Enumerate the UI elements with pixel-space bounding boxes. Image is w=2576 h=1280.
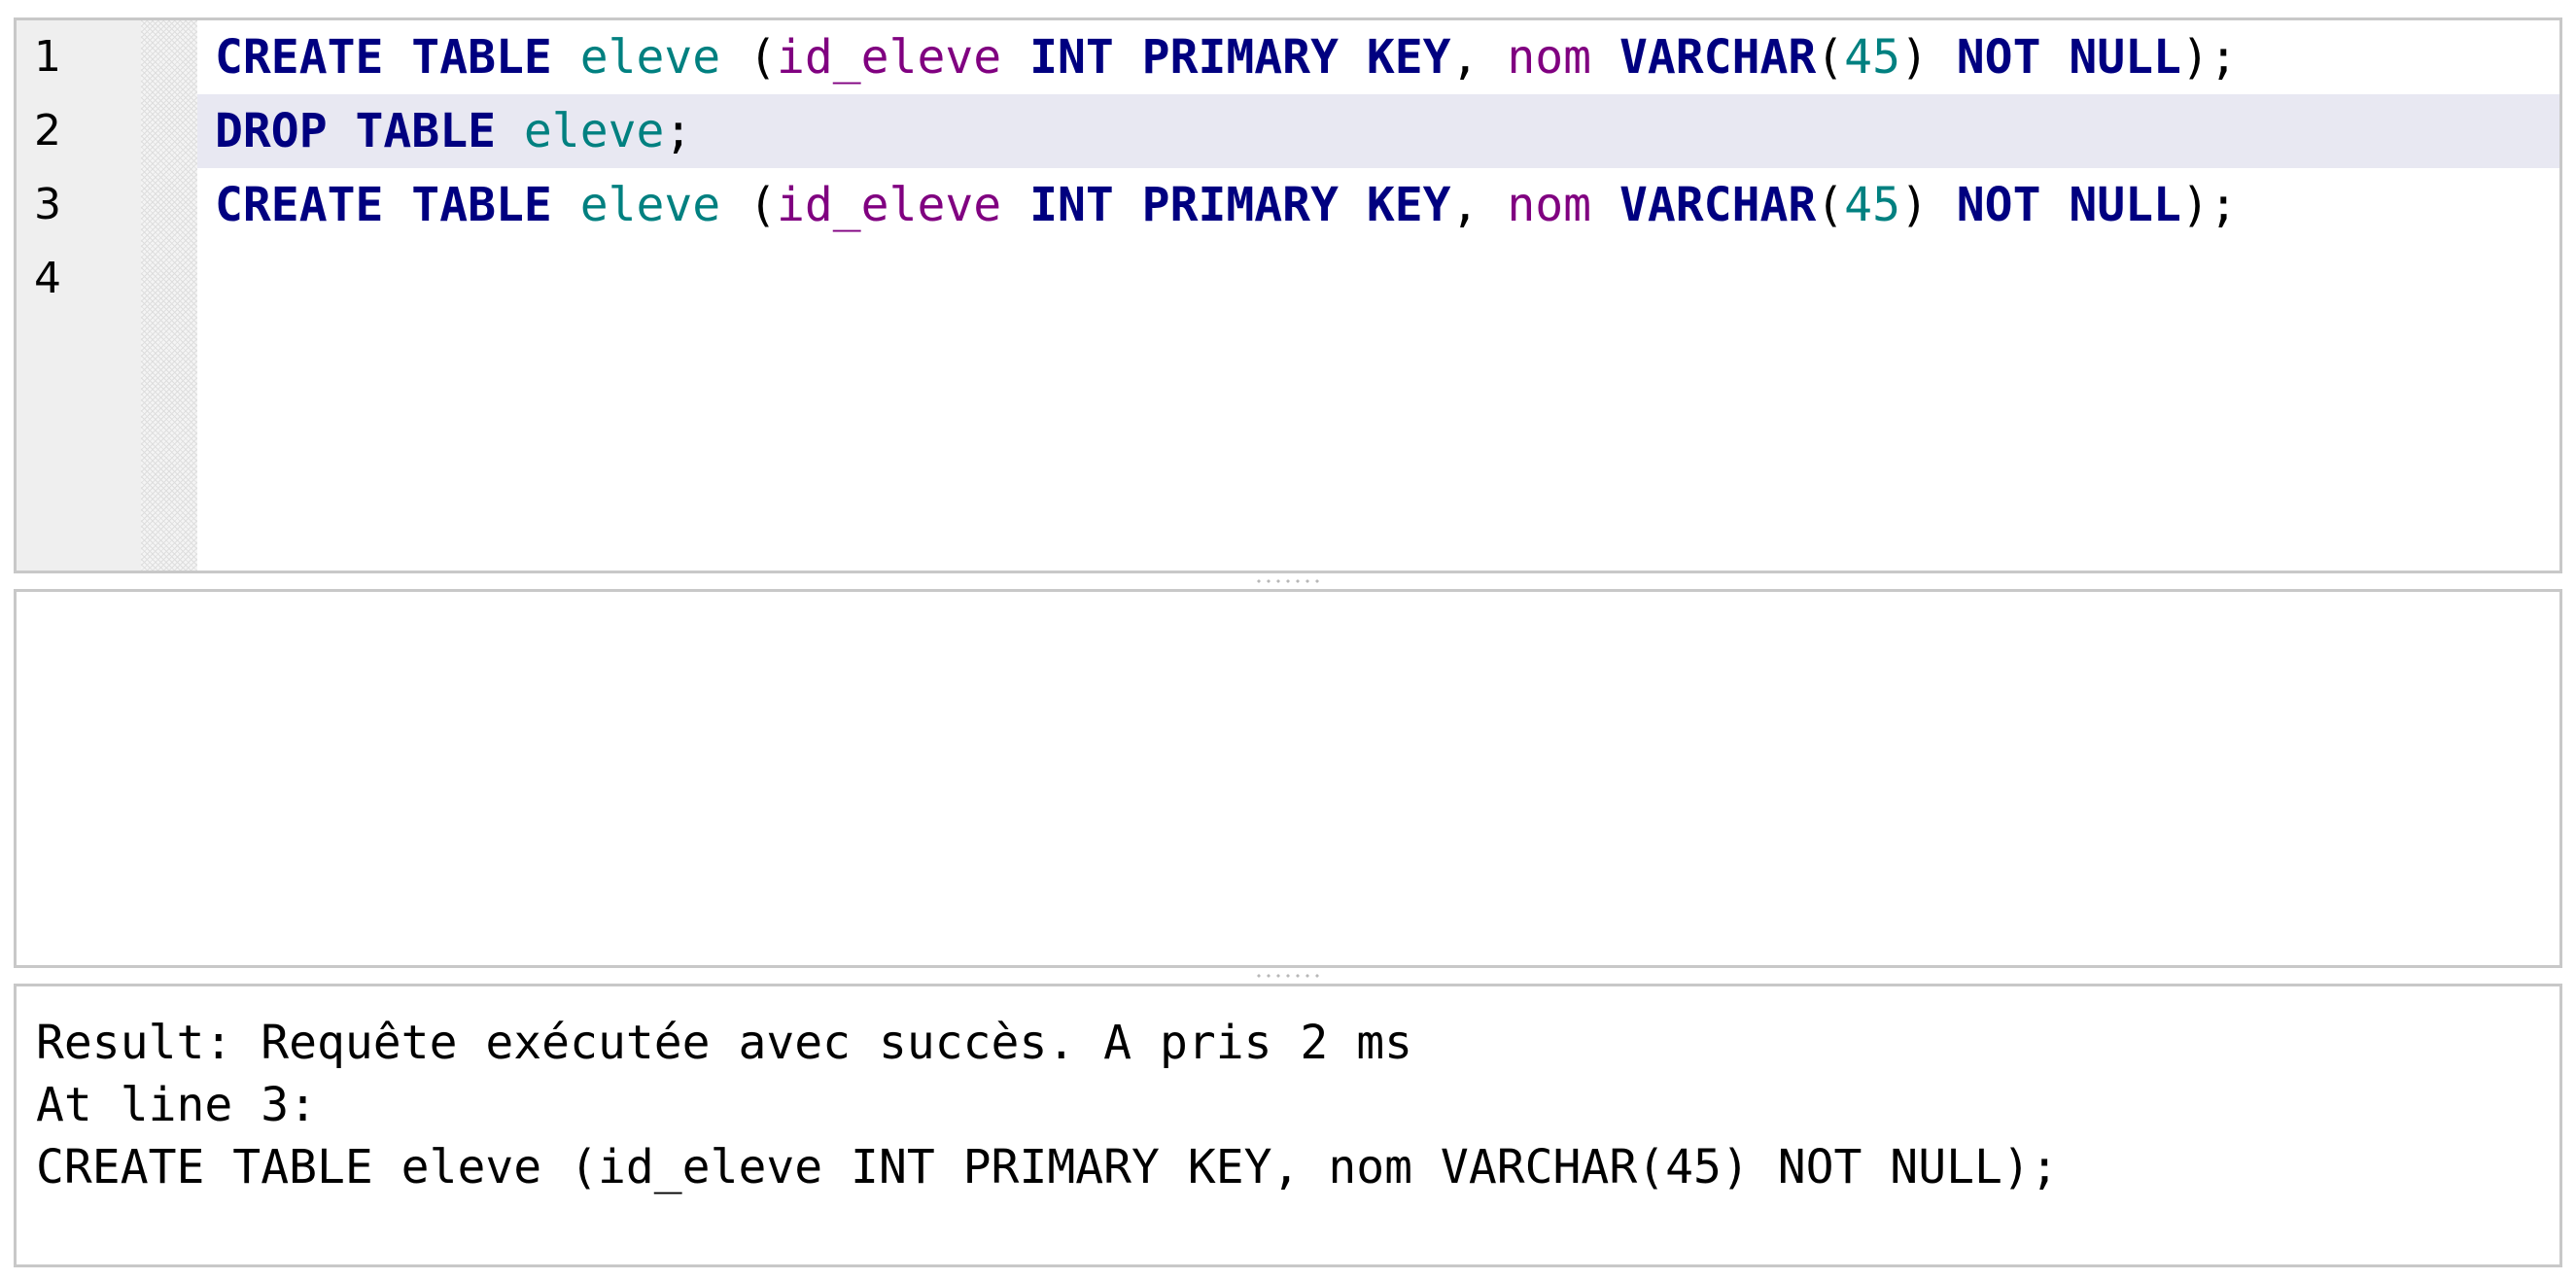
code-token: nom: [1507, 30, 1592, 85]
code-line-content: DROP TABLE eleve;: [197, 94, 2559, 168]
results-pane[interactable]: [14, 589, 2562, 968]
code-token: INT PRIMARY KEY: [1029, 30, 1451, 85]
code-token: NOT NULL: [1956, 178, 2181, 232]
code-token: id_eleve: [776, 30, 1002, 85]
code-token: VARCHAR: [1619, 178, 1817, 232]
line-number: 2: [34, 106, 61, 156]
code-token: (: [720, 30, 777, 85]
code-text: CREATE TABLE eleve (id_eleve INT PRIMARY…: [215, 20, 2238, 94]
code-token: INT PRIMARY KEY: [1029, 178, 1451, 232]
code-token: eleve: [523, 104, 665, 158]
message-result-line: Result: Requête exécutée avec succès. A …: [36, 1016, 1413, 1070]
code-token: );: [2180, 178, 2238, 232]
code-token: (: [720, 178, 777, 232]
code-token: NOT NULL: [1956, 30, 2181, 85]
splitter-grip-icon: [1254, 974, 1322, 978]
code-token: nom: [1507, 178, 1592, 232]
code-token: ,: [1450, 178, 1508, 232]
code-text: CREATE TABLE eleve (id_eleve INT PRIMARY…: [215, 168, 2238, 242]
sql-workspace: 1 CREATE TABLE eleve (id_eleve INT PRIMAR…: [0, 0, 2576, 1280]
code-line[interactable]: 4: [17, 242, 2559, 316]
code-token: ): [1899, 30, 1957, 85]
code-token: ,: [1450, 30, 1508, 85]
sql-editor[interactable]: 1 CREATE TABLE eleve (id_eleve INT PRIMAR…: [14, 17, 2562, 573]
code-line-content: CREATE TABLE eleve (id_eleve INT PRIMARY…: [197, 168, 2559, 242]
code-token: 45: [1844, 30, 1900, 85]
message-at-line: At line 3:: [36, 1078, 317, 1132]
message-statement-line: CREATE TABLE eleve (id_eleve INT PRIMARY…: [36, 1140, 2059, 1194]
editor-results-splitter[interactable]: [14, 573, 2562, 589]
code-token: (: [1816, 30, 1845, 85]
code-token: 45: [1844, 178, 1900, 232]
code-token: DROP TABLE: [215, 104, 496, 158]
code-line[interactable]: 1 CREATE TABLE eleve (id_eleve INT PRIMAR…: [17, 20, 2559, 94]
line-number: 3: [34, 180, 61, 229]
code-line-content: CREATE TABLE eleve (id_eleve INT PRIMARY…: [197, 20, 2559, 94]
code-token: eleve: [579, 178, 721, 232]
code-token: eleve: [579, 30, 721, 85]
code-line[interactable]: 3 CREATE TABLE eleve (id_eleve INT PRIMAR…: [17, 168, 2559, 242]
code-token: ): [1899, 178, 1957, 232]
code-token: ;: [664, 104, 693, 158]
code-text: DROP TABLE eleve;: [215, 94, 692, 168]
code-line-content: [197, 242, 2559, 316]
message-log-pane[interactable]: Result: Requête exécutée avec succès. A …: [14, 984, 2562, 1267]
code-token: CREATE TABLE: [215, 30, 552, 85]
code-line[interactable]: 2 DROP TABLE eleve;: [17, 94, 2559, 168]
results-messages-splitter[interactable]: [14, 968, 2562, 984]
line-number: 4: [34, 254, 61, 303]
splitter-grip-icon: [1254, 579, 1322, 583]
code-token: CREATE TABLE: [215, 178, 552, 232]
line-number: 1: [34, 32, 61, 82]
code-token: VARCHAR: [1619, 30, 1817, 85]
code-token: );: [2180, 30, 2238, 85]
code-token: id_eleve: [776, 178, 1002, 232]
code-token: (: [1816, 178, 1845, 232]
